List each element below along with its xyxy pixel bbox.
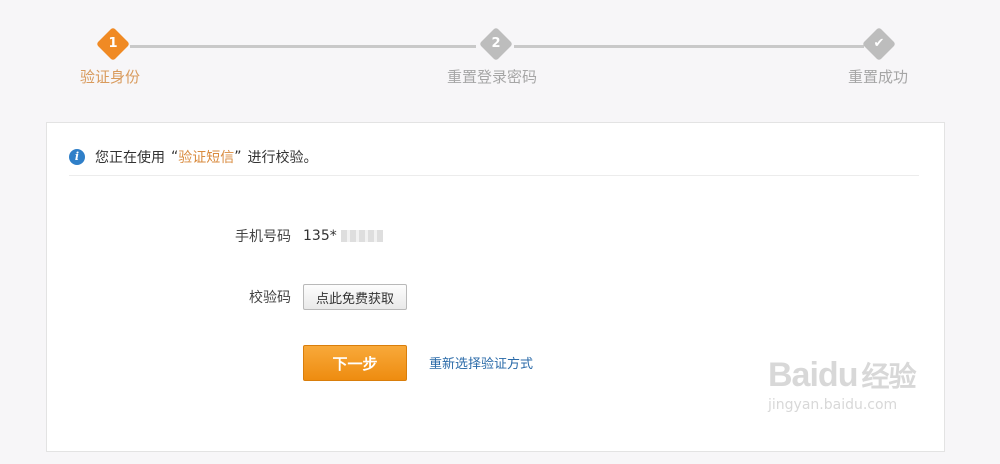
step-2-number: 2 bbox=[491, 36, 501, 51]
phone-row: 手机号码 135* bbox=[227, 225, 383, 247]
phone-number-mask bbox=[340, 230, 383, 242]
check-icon: ✔ bbox=[873, 36, 885, 51]
notice-suffix: 进行校验。 bbox=[247, 150, 318, 166]
verification-method: 验证短信 bbox=[178, 150, 235, 166]
notice-close-quote: ” bbox=[234, 149, 242, 165]
phone-number: 135* bbox=[303, 228, 383, 244]
phone-number-text: 135* bbox=[303, 228, 337, 244]
divider bbox=[69, 175, 919, 176]
info-icon: i bbox=[69, 149, 85, 165]
step-2-label: 重置登录密码 bbox=[447, 68, 538, 86]
step-connector-2 bbox=[514, 45, 864, 48]
code-row: 校验码 点此免费获取 bbox=[227, 283, 408, 311]
reselect-method-link[interactable]: 重新选择验证方式 bbox=[429, 353, 533, 372]
get-code-button[interactable]: 点此免费获取 bbox=[303, 284, 408, 310]
code-label: 校验码 bbox=[249, 290, 291, 306]
progress-stepper: 1 2 ✔ 验证身份 重置登录密码 重置成功 bbox=[0, 0, 1000, 100]
notice-open-quote: “ bbox=[171, 149, 179, 165]
step-1-label: 验证身份 bbox=[80, 68, 141, 86]
step-connector-1 bbox=[130, 45, 476, 48]
verification-notice: i 您正在使用 “ 验证短信 ” 进行校验。 bbox=[69, 147, 318, 167]
phone-label: 手机号码 bbox=[235, 229, 291, 245]
step-1-number: 1 bbox=[108, 36, 118, 51]
next-step-button[interactable]: 下一步 bbox=[303, 345, 407, 381]
verification-panel: i 您正在使用 “ 验证短信 ” 进行校验。 手机号码 135* 校验码 点此免… bbox=[46, 122, 945, 452]
step-3-label: 重置成功 bbox=[848, 68, 909, 86]
notice-prefix: 您正在使用 bbox=[95, 150, 165, 166]
